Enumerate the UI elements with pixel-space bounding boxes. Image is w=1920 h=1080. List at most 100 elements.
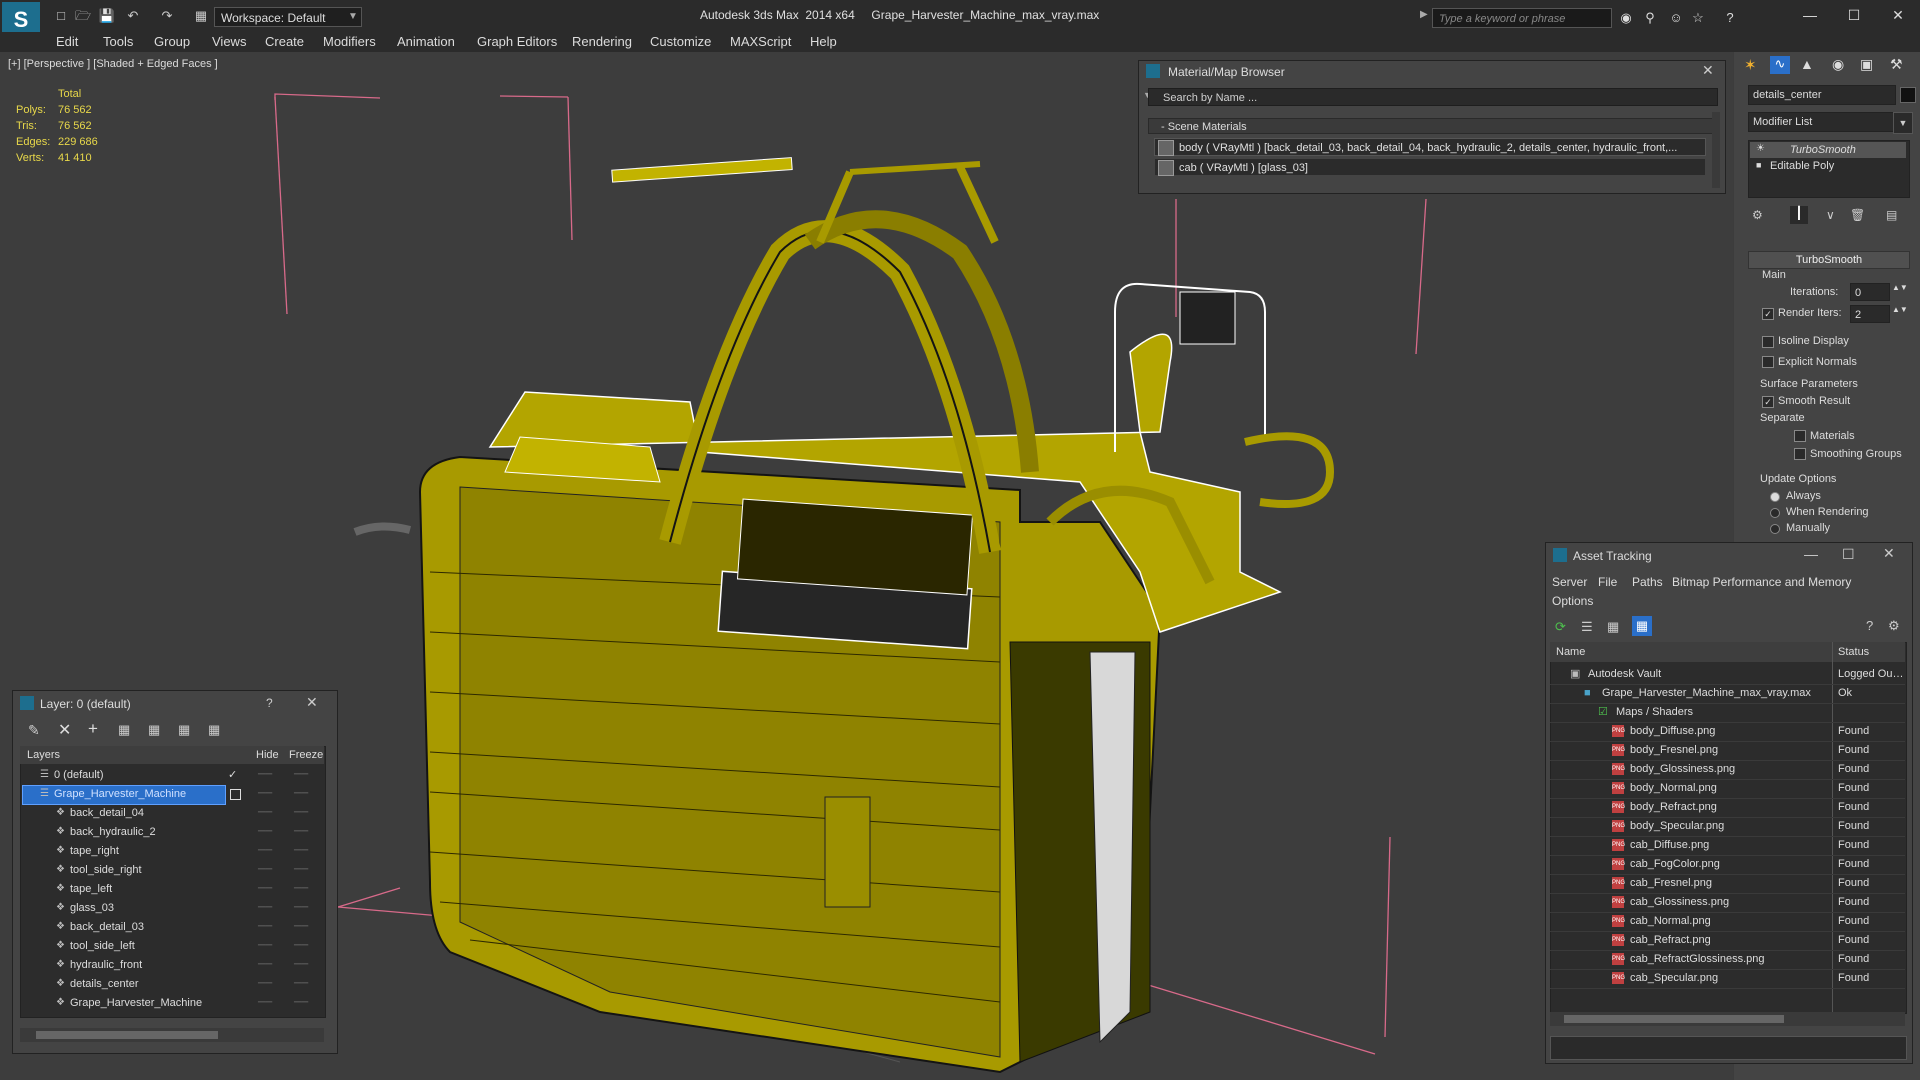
create-tab-icon[interactable]: ✶	[1744, 56, 1762, 74]
maximize-icon[interactable]: ☐	[1842, 546, 1855, 563]
asset-row[interactable]: PNG body_Glossiness.png Found	[1550, 760, 1905, 780]
render-iters-checkbox[interactable]: ✓	[1762, 308, 1774, 320]
turbosmooth-rollout-header[interactable]: TurboSmooth	[1748, 251, 1910, 269]
close-icon[interactable]: ✕	[306, 694, 318, 711]
asset-menu-options[interactable]: Options	[1552, 594, 1593, 608]
menu-maxscript[interactable]: MAXScript	[730, 34, 791, 49]
modifier-list-dropdown[interactable]: Modifier List	[1748, 112, 1896, 132]
motion-tab-icon[interactable]: ◉	[1832, 56, 1850, 74]
asset-row[interactable]: PNG body_Refract.png Found	[1550, 798, 1905, 818]
select-objects-icon[interactable]: ▦	[118, 722, 130, 738]
layer-row[interactable]: ❖ tool_side_left ── ──	[22, 937, 324, 955]
menu-tools[interactable]: Tools	[103, 34, 133, 49]
make-current-box-icon[interactable]	[230, 789, 241, 800]
help-icon[interactable]: ?	[1722, 10, 1738, 26]
modify-tab-icon[interactable]: ∿	[1770, 56, 1790, 74]
layer-row[interactable]: ❖ details_center ── ──	[22, 975, 324, 993]
expand-icon[interactable]: ■	[1756, 160, 1761, 170]
freeze-toggle[interactable]: ──	[294, 804, 308, 822]
configure-sets-icon[interactable]: ▤	[1886, 208, 1897, 222]
asset-row[interactable]: ■ Grape_Harvester_Machine_max_vray.max Ok	[1550, 684, 1905, 704]
material-row-cab[interactable]: cab ( VRayMtl ) [glass_03]	[1154, 158, 1706, 176]
delete-layer-icon[interactable]: ✕	[58, 720, 71, 740]
refresh-icon[interactable]: ⟳	[1555, 619, 1566, 635]
stack-item-turbosmooth[interactable]: TurboSmooth	[1790, 144, 1856, 156]
asset-row[interactable]: PNG body_Normal.png Found	[1550, 779, 1905, 799]
close-icon[interactable]: ✕	[1878, 4, 1918, 26]
hide-toggle[interactable]: ──	[258, 823, 272, 841]
scrollbar-thumb[interactable]	[36, 1031, 218, 1039]
menu-edit[interactable]: Edit	[56, 34, 78, 49]
layer-row[interactable]: ❖ glass_03 ── ──	[22, 899, 324, 917]
explicit-normals-checkbox[interactable]	[1762, 356, 1774, 368]
search-expand-icon[interactable]: ▶	[1420, 9, 1430, 25]
person-icon[interactable]: ☺	[1668, 10, 1684, 26]
pin-stack-icon[interactable]: ⚙	[1752, 208, 1763, 222]
binoculars-icon[interactable]: ◉	[1618, 10, 1634, 26]
hide-column-header[interactable]: Hide	[256, 749, 279, 761]
freeze-toggle[interactable]: ──	[294, 918, 308, 936]
layer-row[interactable]: ❖ tape_left ── ──	[22, 880, 324, 898]
asset-row[interactable]: PNG cab_Fresnel.png Found	[1550, 874, 1905, 894]
close-icon[interactable]: ✕	[1883, 545, 1895, 562]
menu-group[interactable]: Group	[154, 34, 190, 49]
asset-row[interactable]: PNG cab_Normal.png Found	[1550, 912, 1905, 932]
layer-row[interactable]: ❖ tape_right ── ──	[22, 842, 324, 860]
material-row-body[interactable]: body ( VRayMtl ) [back_detail_03, back_d…	[1154, 138, 1706, 156]
key-icon[interactable]: ⚲	[1642, 10, 1658, 26]
isoline-display-checkbox[interactable]	[1762, 336, 1774, 348]
freeze-toggle[interactable]: ──	[294, 785, 308, 803]
layer-row[interactable]: ❖ tool_side_right ── ──	[22, 861, 324, 879]
hide-toggle[interactable]: ──	[258, 956, 272, 974]
object-color-swatch[interactable]	[1900, 87, 1916, 103]
menu-rendering[interactable]: Rendering	[572, 34, 632, 49]
utilities-tab-icon[interactable]: ⚒	[1890, 56, 1908, 74]
settings-icon[interactable]: ⚙	[1888, 618, 1900, 634]
hide-toggle[interactable]: ──	[258, 804, 272, 822]
star-icon[interactable]: ☆	[1690, 10, 1706, 26]
save-icon[interactable]: 💾	[98, 8, 116, 24]
detail-view-icon[interactable]: ▦	[1607, 619, 1619, 635]
minimize-icon[interactable]: —	[1790, 4, 1830, 26]
asset-row[interactable]: PNG body_Fresnel.png Found	[1550, 741, 1905, 761]
table-view-icon[interactable]: ▦	[1632, 616, 1652, 636]
close-icon[interactable]: ✕	[1702, 62, 1714, 79]
layers-column-header[interactable]: Layers	[27, 749, 60, 761]
asset-menu-bitmap[interactable]: Bitmap Performance and Memory	[1672, 575, 1851, 589]
search-input[interactable]: Type a keyword or phrase	[1432, 8, 1612, 28]
open-file-icon[interactable]: 🗁	[74, 8, 92, 24]
menu-graph-editors[interactable]: Graph Editors	[477, 34, 557, 49]
show-end-result-icon[interactable]: ┃	[1790, 206, 1808, 224]
smoothing-groups-checkbox[interactable]	[1794, 448, 1806, 460]
chevron-down-icon[interactable]: ▼	[345, 8, 361, 26]
manually-radio[interactable]	[1770, 524, 1780, 534]
project-folder-icon[interactable]: ▦	[192, 8, 210, 24]
hide-toggle[interactable]: ──	[258, 785, 272, 803]
freeze-toggle[interactable]: ──	[294, 766, 308, 784]
layer-row[interactable]: ❖ hydraulic_front ── ──	[22, 956, 324, 974]
asset-row[interactable]: PNG cab_RefractGlossiness.png Found	[1550, 950, 1905, 970]
spinner-arrows-icon[interactable]: ▲▼	[1892, 305, 1908, 314]
layer-row[interactable]: ❖ back_detail_03 ── ──	[22, 918, 324, 936]
hide-toggle[interactable]: ──	[258, 880, 272, 898]
asset-path-field[interactable]	[1550, 1036, 1907, 1060]
freeze-toggle[interactable]: ──	[294, 956, 308, 974]
freeze-toggle[interactable]: ──	[294, 975, 308, 993]
iterations-spinner[interactable]: 0	[1850, 283, 1890, 301]
freeze-toggle[interactable]: ──	[294, 937, 308, 955]
asset-row[interactable]: PNG cab_Specular.png Found	[1550, 969, 1905, 989]
freeze-toggle[interactable]: ──	[294, 899, 308, 917]
hide-toggle[interactable]: ──	[258, 766, 272, 784]
status-column-header[interactable]: Status	[1838, 646, 1869, 658]
spinner-arrows-icon[interactable]: ▲▼	[1892, 283, 1908, 292]
when-rendering-radio[interactable]	[1770, 508, 1780, 518]
freeze-toggle[interactable]: ──	[294, 994, 308, 1012]
material-search-input[interactable]: Search by Name ...	[1148, 88, 1718, 106]
hide-toggle[interactable]: ──	[258, 918, 272, 936]
maximize-icon[interactable]: ☐	[1834, 4, 1874, 26]
asset-row[interactable]: PNG cab_Refract.png Found	[1550, 931, 1905, 951]
viewport-label[interactable]: [+] [Perspective ] [Shaded + Edged Faces…	[8, 58, 218, 70]
layer-row[interactable]: ❖ back_hydraulic_2 ── ──	[22, 823, 324, 841]
layer-row[interactable]: ❖ Grape_Harvester_Machine ── ──	[22, 994, 324, 1012]
hide-toggle[interactable]: ──	[258, 842, 272, 860]
